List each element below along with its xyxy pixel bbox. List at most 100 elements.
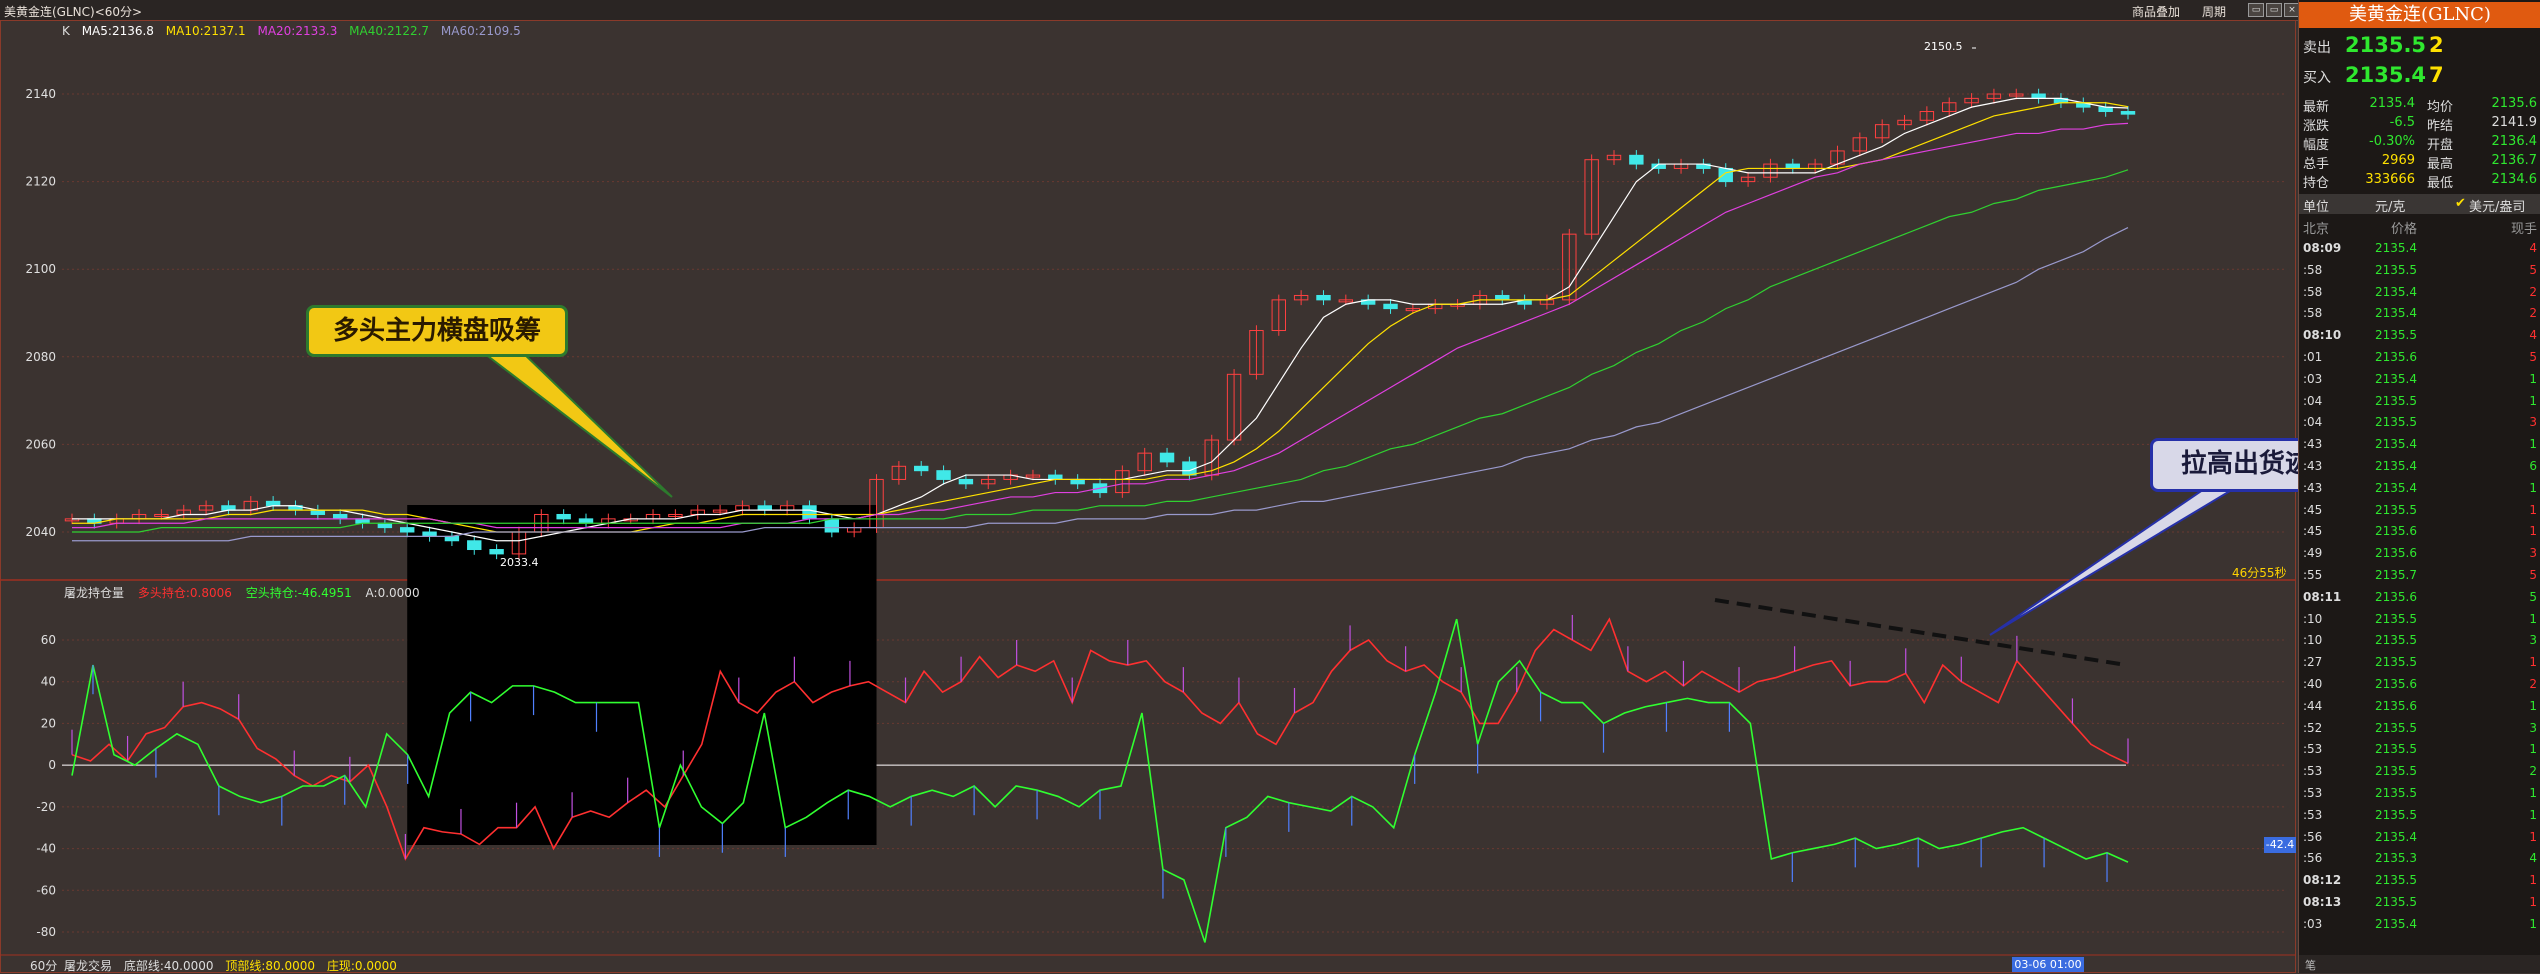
stat-2-right: 开盘 2136.4 — [2427, 134, 2537, 153]
tick-price: 2135.5 — [2375, 895, 2417, 909]
tick-row: :44 2135.6 1 — [2299, 696, 2540, 717]
tick-row: 08:09 2135.4 4 — [2299, 238, 2540, 259]
tick-qty: 1 — [2529, 829, 2537, 844]
candle-body — [1718, 167, 1733, 183]
tick-row: :10 2135.5 1 — [2299, 609, 2540, 630]
candle-body — [556, 513, 571, 520]
tick-qty: 3 — [2529, 546, 2537, 561]
crosshair-date-tag: 03-06 01:00 — [2012, 957, 2084, 972]
tick-price: 2135.5 — [2375, 611, 2417, 626]
candle-body — [578, 518, 594, 524]
menu-period[interactable]: 周期 — [2202, 3, 2226, 20]
candle-body — [2120, 111, 2136, 115]
candle-body — [265, 500, 281, 507]
ask-row: 卖出 2135.5 2 — [2299, 32, 2540, 58]
tick-head-time: 北京 — [2303, 222, 2330, 237]
tick-qty: 3 — [2529, 415, 2537, 430]
candle-body — [377, 522, 393, 529]
title-bar: 美黄金连(GLNC)<60分> 商品叠加 周期 ▭ ▭ × — [0, 0, 2540, 21]
tick-row: :53 2135.5 1 — [2299, 783, 2540, 804]
menu-overlay[interactable]: 商品叠加 — [2132, 3, 2180, 20]
indicator-line-1 — [71, 618, 2129, 943]
axes: 2140 2120 2100 2080 2060 2040 60 40 20 0 -20 -40 -60… — [25, 87, 56, 939]
tick-price: 2135.4 — [2375, 480, 2417, 495]
tick-row: 08:12 2135.5 1 — [2299, 870, 2540, 891]
tick-price: 2135.5 — [2375, 415, 2417, 430]
tick-price: 2135.6 — [2375, 524, 2417, 539]
tick-price: 2135.4 — [2375, 437, 2417, 452]
indicator-last-value: -42.4 — [2264, 837, 2296, 853]
tick-row: :04 2135.5 1 — [2299, 391, 2540, 412]
tick-row: :45 2135.5 1 — [2299, 500, 2540, 521]
quote-title[interactable]: 美黄金连(GLNC) — [2299, 2, 2540, 28]
chart-grid — [0, 20, 2296, 973]
tick-qty: 4 — [2529, 328, 2537, 343]
candle-body — [400, 527, 415, 533]
unit-bar[interactable]: 单位 元/克 ✔ 美元/盎司 — [2299, 194, 2540, 215]
y-tick-label: 2080 — [25, 350, 56, 364]
kline-chart[interactable]: 2140 2120 2100 2080 2060 2040 60 40 20 0 -20 -40 -60… — [0, 20, 2296, 973]
candle-body — [1316, 294, 1331, 301]
stat-key: 开盘 — [2427, 138, 2454, 153]
tick-qty: 1 — [2529, 524, 2537, 539]
y-tick-label: -40 — [36, 842, 56, 856]
stat-key: 均价 — [2427, 100, 2454, 115]
stat-key: 幅度 — [2303, 138, 2330, 153]
tick-row: :58 2135.4 2 — [2299, 303, 2540, 324]
restore-button[interactable]: ▭ — [2248, 3, 2264, 17]
ind-legend-a: A:0.0000 — [365, 586, 420, 600]
candle-body — [824, 518, 840, 533]
tick-row: :56 2135.3 4 — [2299, 848, 2540, 869]
tick-price: 2135.4 — [2375, 284, 2417, 299]
stat-value: 2969 — [2381, 153, 2415, 168]
stat-value: 2136.4 — [2491, 134, 2538, 149]
stat-key: 持仓 — [2303, 176, 2330, 191]
candle-body — [1048, 474, 1063, 480]
candle-body — [757, 505, 772, 511]
unit-alt[interactable]: 美元/盎司 — [2469, 196, 2525, 215]
stat-value: 2141.9 — [2491, 115, 2538, 130]
y-tick-label: 2040 — [25, 525, 56, 539]
tick-row: :43 2135.4 1 — [2299, 478, 2540, 499]
callout-pointer-distribution — [1989, 484, 2244, 636]
callout-pointer-accumulation — [477, 349, 673, 498]
chart-frame — [0, 20, 2296, 973]
stat-key: 最低 — [2427, 176, 2454, 191]
low-label: 2033.4 — [500, 556, 539, 569]
candle-body — [444, 535, 460, 542]
bid-price: 2135.4 — [2345, 63, 2427, 87]
tick-qty: 6 — [2529, 459, 2537, 473]
tick-price: 2135.5 — [2375, 720, 2417, 735]
candle-body — [310, 509, 326, 515]
tick-price: 2135.6 — [2375, 350, 2417, 364]
checkmark-icon: ✔ — [2455, 196, 2466, 211]
tick-price: 2135.4 — [2375, 306, 2417, 321]
stat-3-left: 总手 2969 — [2303, 153, 2415, 172]
tick-qty: 2 — [2529, 284, 2537, 299]
tick-row: :27 2135.5 1 — [2299, 652, 2540, 673]
y-tick-label: -60 — [36, 883, 56, 897]
maximize-button[interactable]: ▭ — [2266, 3, 2282, 17]
tick-qty: 5 — [2529, 350, 2537, 364]
tick-row: :58 2135.5 5 — [2299, 260, 2540, 281]
legend-k: K — [62, 24, 70, 38]
high-label: 2150.5 — [1924, 40, 1963, 53]
stat-key: 昨结 — [2427, 119, 2454, 134]
bar-countdown: 46分55秒 — [2232, 566, 2287, 580]
tick-price: 2135.5 — [2375, 328, 2417, 343]
trend-dashed-line — [1714, 598, 2121, 666]
unit-value[interactable]: 元/克 — [2375, 196, 2405, 215]
tick-qty: 1 — [2529, 371, 2537, 386]
candle-body — [1070, 478, 1085, 485]
y-tick-label: 40 — [41, 675, 56, 689]
stat-3-right: 最高 2136.7 — [2427, 153, 2537, 172]
tick-price: 2135.5 — [2375, 502, 2417, 517]
tick-price: 2135.4 — [2375, 241, 2417, 255]
ind-legend-name: 屠龙持仓量 — [64, 586, 125, 600]
ma-legend: K MA5:2136.8 MA10:2137.1 MA20:2133.3 MA4… — [62, 24, 529, 38]
ask-price: 2135.5 — [2345, 33, 2427, 57]
bot-legend-name: 屠龙交易 — [64, 959, 113, 973]
panel-footer: 笔 — [2299, 955, 2540, 973]
period-label[interactable]: 60分 — [30, 957, 57, 974]
indicator-legend: 屠龙持仓量 多头持仓:0.8006 空头持仓:-46.4951 A:0.0000 — [64, 584, 430, 601]
